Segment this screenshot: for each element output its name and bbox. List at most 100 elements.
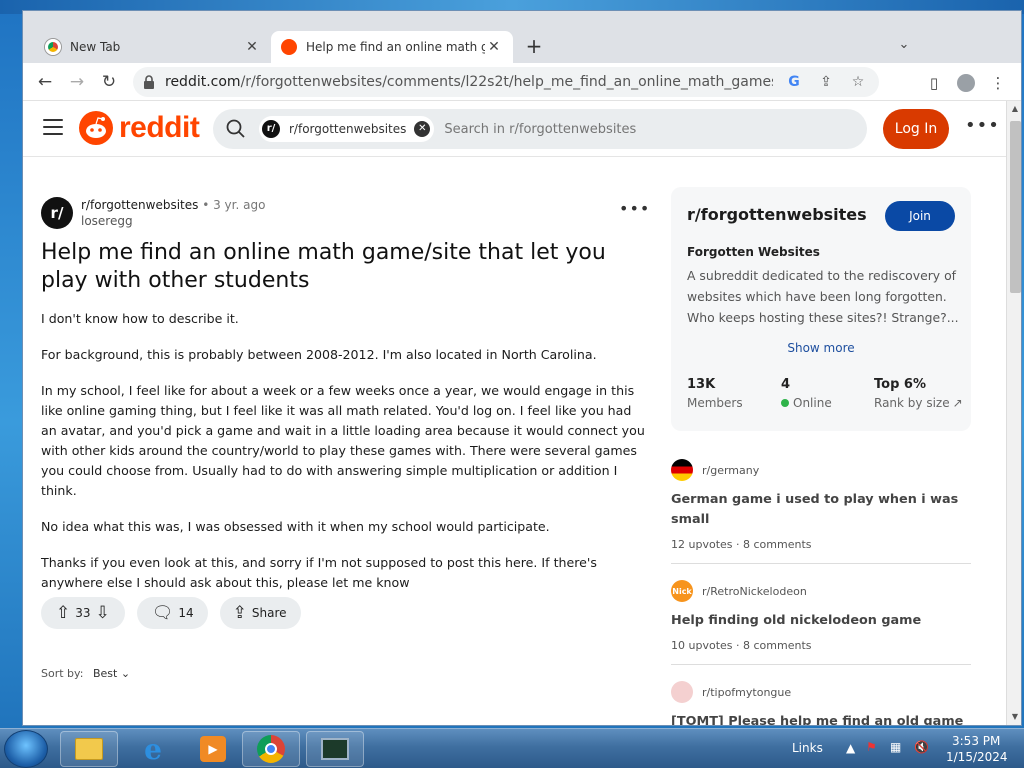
community-title: Forgotten Websites (687, 245, 820, 259)
url-text: reddit.com/r/forgottenwebsites/comments/… (165, 74, 773, 90)
post-paragraph: No idea what this was, I was obsessed wi… (41, 519, 550, 534)
clear-chip-icon[interactable]: ✕ (414, 121, 431, 137)
media-player-icon: ▶ (200, 736, 226, 762)
taskbar-internet-explorer[interactable]: e (124, 731, 182, 767)
tab-search-chevron-icon[interactable]: ⌄ (895, 37, 913, 55)
taskbar-media-player[interactable]: ▶ (184, 731, 242, 767)
show-hidden-icons-arrow-icon[interactable]: ▲ (846, 741, 855, 755)
divider (671, 563, 971, 564)
post-paragraph: I don't know how to describe it. (41, 311, 239, 326)
divider (671, 664, 971, 665)
address-bar[interactable]: reddit.com/r/forgottenwebsites/comments/… (133, 67, 879, 97)
related-title[interactable]: [TOMT] Please help me find an old game (671, 712, 971, 725)
search-input[interactable] (444, 121, 805, 137)
volume-muted-icon[interactable]: 🔇 (914, 740, 929, 754)
post-paragraph: Thanks if you even look at this, and sor… (41, 555, 597, 590)
nickelodeon-subreddit-icon: Nick (671, 580, 693, 602)
more-options-icon[interactable]: ••• (965, 115, 999, 139)
subreddit-avatar-icon[interactable]: r/ (41, 197, 73, 229)
tab-title: Help me find an online math game/site th… (306, 40, 485, 54)
downvote-arrow-icon[interactable]: ⇩ (96, 603, 110, 623)
close-tab-icon[interactable]: ✕ (243, 39, 261, 55)
stat-rank: Top 6% Rank by size ↗ (874, 377, 963, 410)
upvote-arrow-icon[interactable]: ⇧ (56, 603, 70, 623)
related-post[interactable]: r/tipofmytongue [TOMT] Please help me fi… (671, 681, 971, 725)
network-icon[interactable]: ▦ (890, 740, 901, 754)
post-body: I don't know how to describe it. For bac… (41, 309, 651, 593)
scroll-up-arrow-icon[interactable]: ▲ (1007, 101, 1021, 117)
reddit-page: reddit r/ r/forgottenwebsites ✕ Log In •… (23, 101, 1006, 725)
comment-sort: Sort by: Best ⌄ (41, 667, 130, 680)
side-panel-icon[interactable]: ▯ (923, 72, 945, 94)
share-button[interactable]: ⇪ Share (219, 597, 301, 629)
comments-button[interactable]: 🗨 14 (136, 597, 208, 629)
chip-label: r/forgottenwebsites (289, 122, 407, 136)
post-overflow-icon[interactable]: ••• (619, 199, 650, 218)
sort-label: Sort by: (41, 667, 84, 680)
related-subreddit[interactable]: r/RetroNickelodeon (702, 585, 807, 598)
share-label: Share (251, 606, 287, 620)
links-toolbar[interactable]: Links (792, 741, 823, 755)
related-title[interactable]: Help finding old nickelodeon game (671, 611, 971, 631)
clock-date[interactable]: 1/15/2024 (946, 750, 1008, 764)
community-name[interactable]: r/forgottenwebsites (687, 205, 867, 224)
show-more-button[interactable]: Show more (671, 341, 971, 355)
action-center-flag-icon[interactable]: ⚑ (866, 740, 877, 754)
log-in-button[interactable]: Log In (883, 109, 949, 149)
post-author-link[interactable]: loseregg (81, 213, 265, 229)
related-subreddit[interactable]: r/germany (702, 464, 759, 477)
start-button[interactable] (4, 730, 48, 768)
sort-dropdown[interactable]: Best ⌄ (93, 667, 130, 680)
profile-avatar-icon[interactable] (955, 72, 977, 94)
reddit-wordmark: reddit (119, 111, 200, 144)
comment-bubble-icon: 🗨 (151, 603, 174, 623)
share-icon[interactable]: ⇪ (815, 74, 837, 90)
close-tab-icon[interactable]: ✕ (485, 39, 503, 55)
post-paragraph: In my school, I feel like for about a we… (41, 383, 645, 498)
related-post[interactable]: Nick r/RetroNickelodeon Help finding old … (671, 580, 971, 665)
join-button[interactable]: Join (885, 201, 955, 231)
community-card: r/forgottenwebsites Join Forgotten Websi… (671, 187, 971, 431)
tab-reddit-post[interactable]: Help me find an online math game/site th… (271, 31, 513, 63)
reload-icon[interactable]: ↻ (97, 70, 121, 94)
external-link-icon[interactable]: ↗ (953, 396, 963, 410)
scrollbar-thumb[interactable] (1010, 121, 1021, 293)
back-arrow-icon[interactable]: ← (33, 70, 57, 94)
clock-time[interactable]: 3:53 PM (952, 734, 1000, 748)
reddit-logo[interactable]: reddit (79, 111, 200, 145)
folder-icon (75, 738, 103, 760)
google-lens-icon[interactable]: G (783, 74, 805, 90)
taskbar-file-explorer[interactable] (60, 731, 118, 767)
taskbar-chrome[interactable] (242, 731, 300, 767)
community-avatar-icon: r/ (262, 120, 280, 138)
related-comments: 8 comments (743, 639, 812, 652)
scroll-down-arrow-icon[interactable]: ▼ (1007, 709, 1021, 725)
related-subreddit[interactable]: r/tipofmytongue (702, 686, 791, 699)
related-title[interactable]: German game i used to play when i was sm… (671, 490, 971, 530)
reddit-snoo-icon (79, 111, 113, 145)
search-community-chip[interactable]: r/ r/forgottenwebsites ✕ (259, 116, 435, 142)
taskbar-terminal[interactable] (306, 731, 364, 767)
bookmark-star-icon[interactable]: ☆ (847, 74, 869, 90)
tipofmytongue-subreddit-icon (671, 681, 693, 703)
germany-subreddit-icon (671, 459, 693, 481)
hamburger-menu-icon[interactable] (43, 119, 63, 135)
post-age: 3 yr. ago (213, 198, 266, 212)
related-upvotes: 12 upvotes (671, 538, 733, 551)
post-subreddit-link[interactable]: r/forgottenwebsites (81, 198, 198, 212)
browser-menu-icon[interactable]: ⋮ (987, 72, 1009, 94)
tab-strip: New Tab ✕ Help me find an online math ga… (23, 11, 1021, 63)
taskbar: e ▶ Links ▲ ⚑ ▦ 🔇 3:53 PM 1/15/2024 (0, 728, 1024, 768)
chevron-down-icon: ⌄ (120, 667, 131, 680)
tab-new-tab[interactable]: New Tab ✕ (35, 31, 271, 63)
browser-window: – □ ✕ New Tab ✕ Help me find an online m… (22, 10, 1022, 726)
page-scrollbar[interactable]: ▲ ▼ (1006, 101, 1021, 725)
reddit-favicon-icon (281, 39, 297, 55)
related-post[interactable]: r/germany German game i used to play whe… (671, 459, 971, 564)
lock-icon (144, 75, 154, 89)
search-bar[interactable]: r/ r/forgottenwebsites ✕ (213, 109, 867, 149)
terminal-icon (321, 738, 349, 760)
comment-count: 14 (178, 606, 194, 620)
forward-arrow-icon[interactable]: → (65, 70, 89, 94)
new-tab-plus-icon[interactable]: + (523, 35, 545, 57)
